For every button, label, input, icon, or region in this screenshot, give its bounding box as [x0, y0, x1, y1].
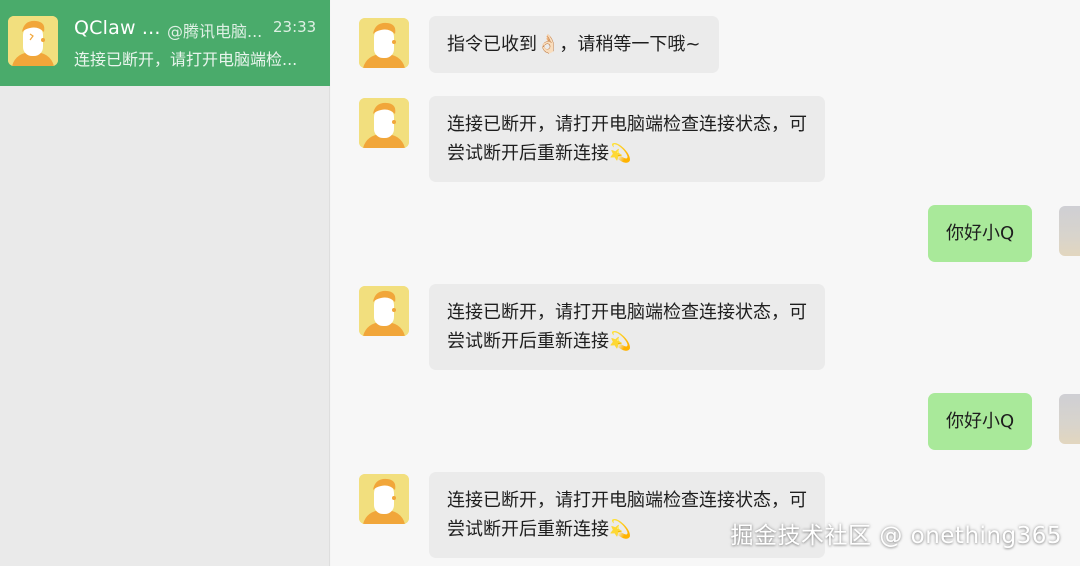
message-text-line: 连接已断开，请打开电脑端检查连接状态，可: [447, 490, 807, 511]
message-text: 你好小Q: [946, 411, 1015, 432]
message-bubble-self[interactable]: 你好小Q: [928, 205, 1033, 262]
watermark: 掘金技术社区 @ onething365: [730, 523, 1062, 549]
app-window: QClaw ... @腾讯电脑... 23:33 连接已断开，请打开电脑端检..…: [0, 0, 1080, 566]
chat-preview: 连接已断开，请打开电脑端检...: [74, 50, 298, 69]
bot-avatar-icon[interactable]: [359, 18, 409, 68]
bot-avatar-icon[interactable]: [359, 474, 409, 524]
message-text-line: 连接已断开，请打开电脑端检查连接状态，可: [447, 302, 807, 323]
message-bubble[interactable]: 连接已断开，请打开电脑端检查连接状态，可 尝试断开后重新连接💫: [429, 284, 825, 370]
bot-avatar-icon[interactable]: [359, 286, 409, 336]
robot-avatar-icon: [8, 16, 58, 66]
chat-list-item-qclaw[interactable]: QClaw ... @腾讯电脑... 23:33 连接已断开，请打开电脑端检..…: [0, 0, 330, 86]
message-bubble[interactable]: 指令已收到👌🏻，请稍等一下哦~: [429, 16, 719, 73]
chat-name: QClaw ...: [74, 17, 161, 39]
user-avatar-icon[interactable]: [1059, 206, 1080, 256]
message-text: 你好小Q: [946, 223, 1015, 244]
chat-group-label: @腾讯电脑...: [167, 22, 263, 41]
message-text-line: 尝试断开后重新连接💫: [447, 331, 632, 352]
bot-avatar-icon[interactable]: [359, 98, 409, 148]
message-bubble[interactable]: 连接已断开，请打开电脑端检查连接状态，可 尝试断开后重新连接💫: [429, 96, 825, 182]
message-text: 指令已收到👌🏻，请稍等一下哦~: [447, 34, 701, 55]
conversation-panel[interactable]: 指令已收到👌🏻，请稍等一下哦~ 连接已断开，请打开电脑端检查连接状态，可 尝试断…: [331, 0, 1080, 566]
message-bubble-self[interactable]: 你好小Q: [928, 393, 1033, 450]
chat-list: QClaw ... @腾讯电脑... 23:33 连接已断开，请打开电脑端检..…: [0, 0, 330, 566]
message-text-line: 连接已断开，请打开电脑端检查连接状态，可: [447, 114, 807, 135]
chat-time: 23:33: [273, 18, 317, 36]
user-avatar-icon[interactable]: [1059, 394, 1080, 444]
message-text-line: 尝试断开后重新连接💫: [447, 143, 632, 164]
